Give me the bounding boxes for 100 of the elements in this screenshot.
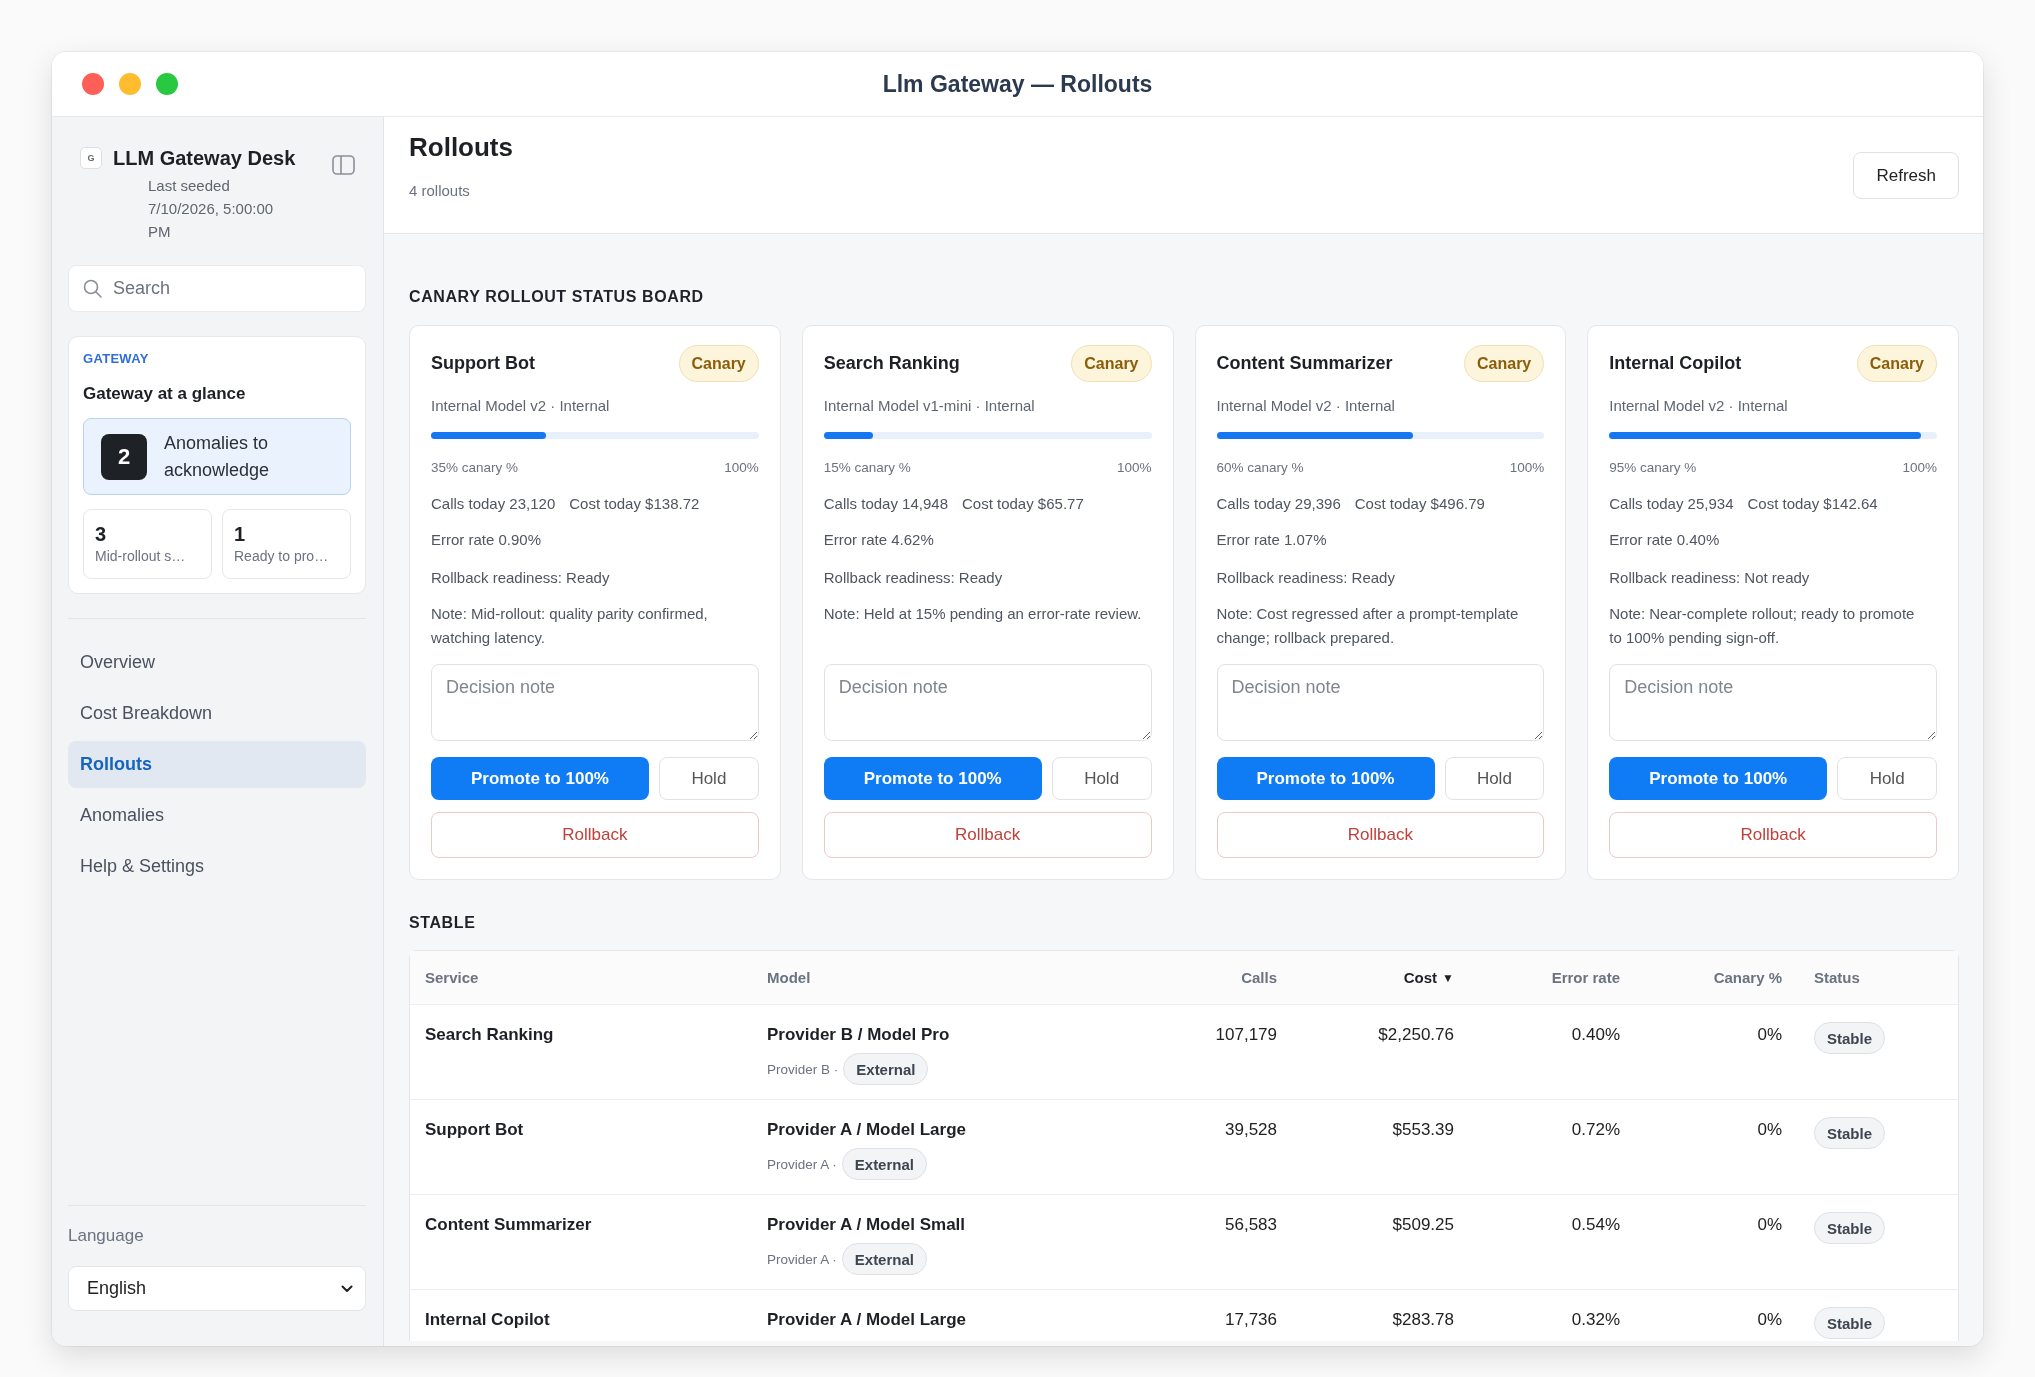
decision-note-field[interactable]: Decision note [1609,664,1937,741]
card-eyebrow: GATEWAY [83,351,150,367]
decision-note-field[interactable]: Decision note [823,664,1152,741]
app-logo: G [80,147,102,169]
column-header[interactable]: Status [1814,969,1860,986]
hold-button[interactable]: Hold [1051,757,1152,800]
provider-tag: External [841,1243,927,1275]
nav-item[interactable]: Cost Breakdown [68,690,366,737]
error-rate: Error rate 0.40% [1609,530,1721,550]
cost-value: $509.25 [1392,1215,1454,1234]
nav-item[interactable]: Anomalies [68,792,366,839]
rollback-button[interactable]: Rollback [431,812,759,858]
nav-item[interactable]: Overview [68,639,366,686]
hold-button[interactable]: Hold [1837,757,1937,800]
service-name: Content Summarizer [425,1214,593,1236]
last-seeded-text: Last seeded 7/10/2026, 5:00:00 PM [148,176,275,242]
rollback-readiness: Rollback readiness: Ready [1216,568,1396,588]
canary-percent-label: 15% canary % [823,459,911,477]
stat-value: 1 [234,523,247,545]
column-header[interactable]: Model [767,969,811,986]
status-badge: Canary [1071,345,1152,382]
rollback-readiness: Rollback readiness: Ready [823,568,1004,588]
note-text: Note: Held at 15% pending an error-rate review. [823,604,1143,624]
calls-today: Calls today 23,120 [431,494,556,514]
calls-value: 17,736 [1225,1310,1277,1329]
search-icon [83,279,102,298]
column-header[interactable]: Error rate [1551,969,1620,986]
section-heading: STABLE [409,913,477,933]
note-text: Note: Mid-rollout: quality parity confirmed, watching latency. [431,604,709,648]
note-text: Note: Cost regressed after a prompt-template change; rollback prepared. [1216,604,1520,648]
hold-button[interactable]: Hold [659,757,759,800]
error-rate: Error rate 4.62% [823,530,935,550]
refresh-button[interactable]: Refresh [1853,152,1959,199]
model-name: Provider A / Model Large [767,1309,967,1331]
calls-today: Calls today 25,934 [1609,494,1734,514]
sidebar-icon[interactable] [332,155,355,175]
promote-button[interactable]: Promote to 100% [823,757,1042,800]
minimize-icon[interactable] [119,73,141,95]
service-name: Internal Copilot [1609,353,1742,374]
canary-percent-label: 95% canary % [1609,459,1697,477]
cost-value: $283.78 [1392,1310,1454,1329]
search-field[interactable]: Search [68,265,366,312]
language-select[interactable]: English [68,1266,366,1311]
sort-indicator[interactable]: ▼ [1442,970,1454,985]
page-title: Rollouts [409,131,513,163]
decision-note-field[interactable]: Decision note [1216,664,1545,741]
calls-today: Calls today 14,948 [823,494,948,514]
nav-item[interactable]: Help & Settings [68,843,366,890]
provider-label: Provider A · [767,1156,837,1172]
model-name: Provider A / Model Small [767,1214,967,1236]
model-label: Internal Model v2 · Internal [1216,396,1396,416]
promote-button[interactable]: Promote to 100% [1216,757,1435,800]
column-header[interactable]: Canary % [1713,969,1782,986]
status-badge: Canary [1856,345,1937,382]
canary-percent-value: 0% [1757,1215,1782,1234]
section-heading: CANARY ROLLOUT STATUS BOARD [409,287,705,307]
status-badge: Canary [1464,345,1545,382]
app-name: LLM Gateway Desk [113,146,297,171]
max-percent-label: 100% [1902,459,1937,477]
provider-label: Provider B · [767,1061,839,1077]
provider-tag: External [841,1148,927,1180]
cost-value: $2,250.76 [1378,1025,1454,1044]
model-label: Internal Model v1-mini · Internal [823,396,1036,416]
service-name: Search Ranking [823,353,960,374]
rollback-readiness: Rollback readiness: Ready [431,568,611,588]
canary-percent-value: 0% [1757,1310,1782,1329]
error-rate-value: 0.54% [1571,1215,1620,1234]
provider-tag: External [843,1053,929,1085]
promote-button[interactable]: Promote to 100% [1609,757,1828,800]
stat-label: Mid-rollout s… [95,547,187,565]
calls-value: 107,179 [1215,1025,1277,1044]
status-badge: Stable [1814,1307,1885,1339]
canary-percent-label: 35% canary % [431,459,519,477]
rollback-button[interactable]: Rollback [823,812,1152,858]
decision-note-field[interactable]: Decision note [431,664,759,741]
column-header[interactable]: Service [425,969,479,986]
canary-percent-value: 0% [1757,1025,1782,1044]
nav-item[interactable]: Rollouts [68,741,366,788]
service-name: Support Bot [425,1119,525,1141]
error-rate-value: 0.72% [1571,1120,1620,1139]
close-icon[interactable] [82,73,104,95]
column-header[interactable]: Cost [1403,969,1438,986]
maximize-icon[interactable] [156,73,178,95]
stat-value: 3 [95,523,108,545]
promote-button[interactable]: Promote to 100% [431,757,649,800]
rollback-button[interactable]: Rollback [1609,812,1937,858]
anomaly-count: 2 [101,433,147,480]
cost-today: Cost today $65.77 [962,494,1084,514]
stat-label: Ready to pro… [234,547,330,565]
canary-percent-value: 0% [1757,1120,1782,1139]
column-header[interactable]: Calls [1241,969,1277,986]
service-name: Content Summarizer [1216,353,1393,374]
model-label: Internal Model v2 · Internal [431,396,611,416]
chevron-down-icon [341,1284,353,1293]
hold-button[interactable]: Hold [1444,757,1545,800]
error-rate-value: 0.32% [1571,1310,1620,1329]
callout-label: Anomalies to acknowledge [164,431,271,482]
rollback-button[interactable]: Rollback [1216,812,1545,858]
calls-value: 39,528 [1225,1120,1277,1139]
service-name: Support Bot [431,353,535,374]
